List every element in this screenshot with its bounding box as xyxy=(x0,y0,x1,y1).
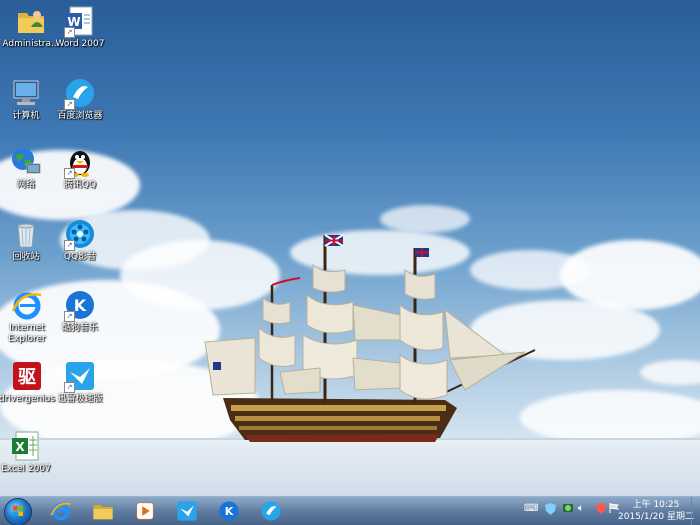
taskbar-thunder-button[interactable] xyxy=(168,499,206,523)
tray-shield-red-icon xyxy=(596,503,606,514)
desktop-icon-label: 百度浏览器 xyxy=(57,111,103,121)
svg-text:X: X xyxy=(15,440,25,454)
desktop-icon-label: 腾讯QQ xyxy=(63,180,97,190)
shortcut-arrow-icon: ↗ xyxy=(64,311,75,322)
baidu-browser-icon: ↗ xyxy=(64,77,96,110)
desktop-icon-excel-2007[interactable]: X Excel 2007 xyxy=(0,430,57,475)
internet-explorer-icon xyxy=(50,502,71,521)
taskbar-kugou-button[interactable]: K xyxy=(210,499,248,523)
internet-explorer-icon xyxy=(11,289,43,321)
desktop-icon-thunder-speed[interactable]: ↗ 迅雷极速版 xyxy=(49,360,111,405)
svg-text:K: K xyxy=(225,505,234,518)
desktop-icon-label: 迅雷极速版 xyxy=(57,394,103,404)
shortcut-arrow-icon: ↗ xyxy=(64,99,75,110)
shortcut-arrow-icon: ↗ xyxy=(64,382,75,393)
taskbar-media-player-button[interactable] xyxy=(126,499,164,523)
network-globe-icon xyxy=(10,146,42,178)
excel-icon: X xyxy=(10,430,42,462)
kugou-icon: K ↗ xyxy=(64,289,96,322)
taskbar: K ⌨ 🔈︎ 上午 10:25 2015/1/20 星期二 xyxy=(0,496,700,525)
desktop-icon-qq-player[interactable]: ↗ QQ影音 xyxy=(49,218,111,263)
qq-player-icon: ↗ xyxy=(64,218,96,251)
taskbar-baidu-browser-button[interactable] xyxy=(252,499,290,523)
svg-text:K: K xyxy=(74,296,87,315)
clock-date: 2015/1/20 星期二 xyxy=(617,512,694,522)
word-icon: W ↗ xyxy=(64,5,96,38)
baidu-browser-icon xyxy=(261,501,281,521)
desktop-icon-baidu-browser[interactable]: ↗ 百度浏览器 xyxy=(49,77,111,122)
tray-app-icon[interactable] xyxy=(596,503,606,517)
windows-logo-icon xyxy=(13,506,23,516)
network-status-icon xyxy=(563,504,573,512)
desktop-icon-kugou-music[interactable]: K ↗ 酷狗音乐 xyxy=(49,289,111,334)
desktop-icon-word-2007[interactable]: W ↗ Word 2007 xyxy=(49,5,111,50)
tray-security-icon[interactable] xyxy=(545,503,556,518)
svg-text:驱: 驱 xyxy=(18,367,36,388)
media-player-icon xyxy=(136,502,154,520)
cloud xyxy=(640,360,700,385)
cloud xyxy=(380,205,470,233)
desktop-icon-label: Word 2007 xyxy=(55,39,105,49)
shortcut-arrow-icon: ↗ xyxy=(64,240,75,251)
thunder-bird-icon: ↗ xyxy=(64,360,96,393)
desktop-icon-label: QQ影音 xyxy=(63,252,97,262)
show-desktop-button[interactable] xyxy=(691,497,700,525)
sailing-ship-wallpaper xyxy=(204,234,536,442)
start-button[interactable] xyxy=(4,498,32,525)
desktop-icon-label: 酷狗音乐 xyxy=(61,323,98,333)
system-clock[interactable]: 上午 10:25 2015/1/20 星期二 xyxy=(618,499,694,523)
clock-time: 上午 10:25 xyxy=(632,500,680,510)
desktop-icon-label: Excel 2007 xyxy=(1,464,51,474)
recycle-bin-icon xyxy=(10,218,42,250)
taskbar-ie-button[interactable] xyxy=(42,499,80,523)
cloud xyxy=(520,390,700,445)
tray-volume-icon[interactable]: 🔈︎ xyxy=(578,503,584,514)
tray-network-icon[interactable] xyxy=(562,503,574,518)
drivergenius-icon: 驱 xyxy=(11,360,43,392)
computer-icon xyxy=(10,77,42,109)
sea xyxy=(0,440,700,500)
user-folder-icon xyxy=(15,5,47,37)
kugou-icon: K xyxy=(219,501,239,521)
shield-icon xyxy=(545,503,556,515)
qq-penguin-icon: ↗ xyxy=(64,146,96,179)
folder-icon xyxy=(93,504,113,520)
desktop-icon-tencent-qq[interactable]: ↗ 腾讯QQ xyxy=(49,146,111,191)
thunder-bird-icon xyxy=(177,501,197,521)
tray-keyboard-icon[interactable]: ⌨ xyxy=(524,503,538,514)
desktop: Administra... W ↗ Word 2007 计算机 ↗ 百度浏览器 … xyxy=(0,0,700,525)
shortcut-arrow-icon: ↗ xyxy=(64,168,75,179)
shortcut-arrow-icon: ↗ xyxy=(64,27,75,38)
taskbar-explorer-button[interactable] xyxy=(84,499,122,523)
